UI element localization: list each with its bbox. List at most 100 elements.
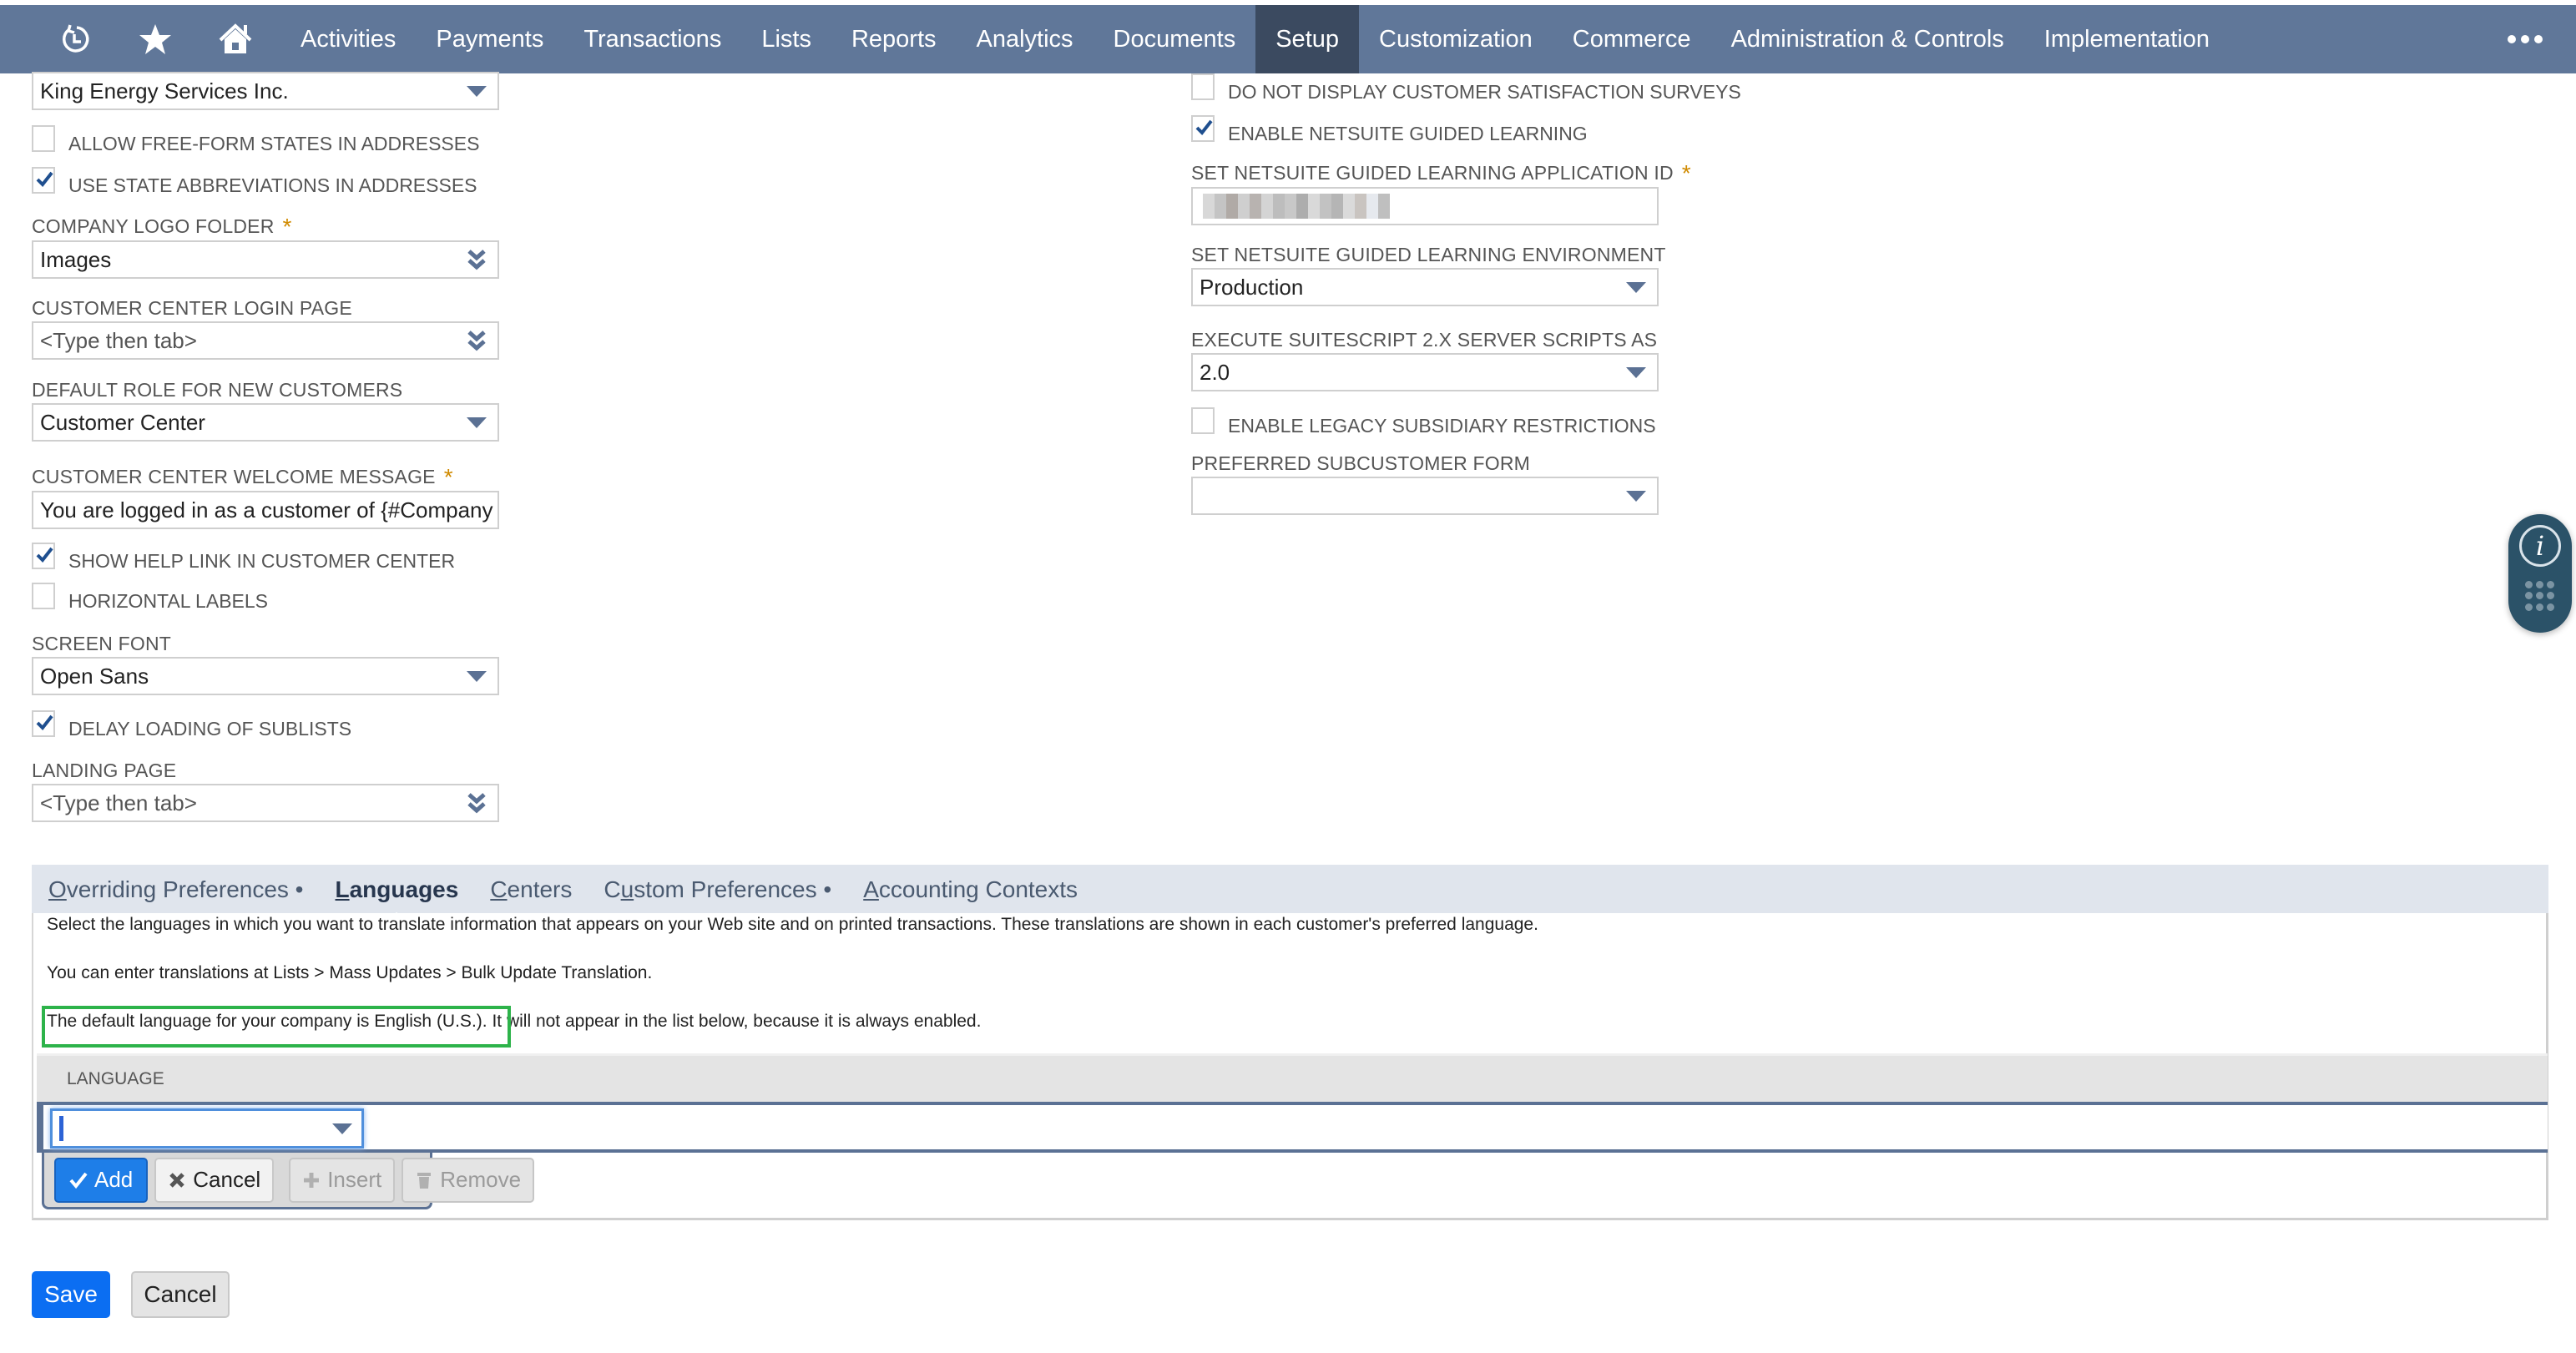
use-state-abbreviations-row: Use State Abbreviations in Addresses bbox=[32, 159, 477, 199]
trash-icon bbox=[417, 1172, 432, 1189]
show-help-link-row: Show Help Link in Customer Center bbox=[32, 534, 455, 574]
app-grid-icon[interactable] bbox=[2525, 581, 2555, 611]
preferred-subcustomer-form-label: Preferred Subcustomer Form bbox=[1191, 452, 1531, 474]
guided-learning-environment-select[interactable]: Production bbox=[1191, 268, 1659, 306]
save-button[interactable]: Save bbox=[32, 1271, 110, 1318]
favorites-star-icon[interactable] bbox=[130, 5, 180, 73]
home-icon[interactable] bbox=[210, 5, 260, 73]
info-icon[interactable]: i bbox=[2519, 525, 2561, 567]
language-edit-row bbox=[37, 1102, 2548, 1153]
nav-item-activities[interactable]: Activities bbox=[280, 5, 416, 73]
delay-loading-sublists-checkbox[interactable] bbox=[32, 710, 55, 737]
nav-item-customization[interactable]: Customization bbox=[1359, 5, 1553, 73]
nav-item-payments[interactable]: Payments bbox=[416, 5, 563, 73]
no-satisfaction-surveys-checkbox[interactable] bbox=[1191, 73, 1215, 100]
main-menu: Activities Payments Transactions Lists R… bbox=[280, 5, 2230, 73]
nav-item-lists[interactable]: Lists bbox=[741, 5, 831, 73]
nav-item-commerce[interactable]: Commerce bbox=[1553, 5, 1711, 73]
preferred-subcustomer-form-field: Preferred Subcustomer Form bbox=[1191, 452, 1659, 515]
suitescript-server-version-select[interactable]: 2.0 bbox=[1191, 353, 1659, 391]
tab-languages[interactable]: Languages bbox=[336, 876, 459, 903]
suitescript-server-version-label: Execute SuiteScript 2.x Server Scripts A… bbox=[1191, 329, 1658, 351]
chevron-down-icon bbox=[1625, 365, 1647, 380]
screen-font-select[interactable]: Open Sans bbox=[32, 657, 499, 695]
screen-font-value: Open Sans bbox=[40, 663, 149, 689]
customer-center-welcome-message-value: You are logged in as a customer of {#Com… bbox=[40, 497, 493, 523]
no-satisfaction-surveys-label: Do Not Display Customer Satisfaction Sur… bbox=[1228, 81, 1741, 103]
screen-font-label: Screen Font bbox=[32, 633, 172, 654]
default-role-new-customers-select[interactable]: Customer Center bbox=[32, 403, 499, 442]
double-chevron-down-icon[interactable] bbox=[466, 248, 487, 271]
tab-custom-preferences[interactable]: Custom Preferences • bbox=[604, 876, 831, 903]
language-select[interactable] bbox=[50, 1108, 364, 1149]
guided-learning-app-id-input[interactable] bbox=[1191, 187, 1659, 225]
double-chevron-down-icon[interactable] bbox=[466, 329, 487, 352]
languages-help-text-1: Select the languages in which you want t… bbox=[47, 915, 1538, 934]
nav-item-analytics[interactable]: Analytics bbox=[957, 5, 1094, 73]
recent-records-icon[interactable] bbox=[50, 5, 100, 73]
chevron-down-icon bbox=[466, 83, 487, 98]
checkmark-icon bbox=[1195, 119, 1213, 135]
enable-guided-learning-checkbox[interactable] bbox=[1191, 115, 1215, 142]
tab-centers[interactable]: Centers bbox=[490, 876, 572, 903]
default-role-new-customers-field: Default Role for New Customers Customer … bbox=[32, 379, 499, 442]
sublist-cancel-button[interactable]: Cancel bbox=[154, 1157, 275, 1203]
help-widget: i bbox=[2508, 514, 2572, 633]
ellipsis-icon[interactable] bbox=[2508, 5, 2543, 73]
landing-page-label: Landing Page bbox=[32, 760, 177, 781]
chevron-down-icon[interactable] bbox=[331, 1121, 353, 1136]
close-icon bbox=[169, 1172, 185, 1188]
default-role-new-customers-value: Customer Center bbox=[40, 409, 205, 435]
add-button[interactable]: Add bbox=[54, 1157, 149, 1203]
guided-learning-environment-value: Production bbox=[1200, 274, 1304, 300]
guided-learning-environment-label: Set NetSuite Guided Learning Environment bbox=[1191, 244, 1666, 265]
insert-button[interactable]: Insert bbox=[289, 1157, 396, 1203]
customer-center-login-page-input[interactable]: <Type then tab> bbox=[32, 321, 499, 360]
nav-item-reports[interactable]: Reports bbox=[831, 5, 957, 73]
customer-center-welcome-message-input[interactable]: You are logged in as a customer of {#Com… bbox=[32, 491, 499, 529]
chevron-down-icon bbox=[1625, 488, 1647, 503]
chevron-down-icon bbox=[1625, 280, 1647, 295]
nav-item-transactions[interactable]: Transactions bbox=[563, 5, 741, 73]
customer-center-login-page-field: Customer Center Login Page <Type then ta… bbox=[32, 297, 499, 360]
top-navigation-bar: Activities Payments Transactions Lists R… bbox=[0, 5, 2576, 73]
enable-guided-learning-label: Enable NetSuite Guided Learning bbox=[1228, 123, 1588, 144]
preferred-subcustomer-form-select[interactable] bbox=[1191, 477, 1659, 515]
language-column-header: LANGUAGE bbox=[37, 1053, 2548, 1102]
remove-button[interactable]: Remove bbox=[402, 1157, 535, 1203]
sublist-button-bar: Add Cancel Insert Remove bbox=[42, 1153, 535, 1209]
highlight-box bbox=[42, 1006, 511, 1048]
checkmark-icon bbox=[69, 1172, 88, 1189]
nav-item-setup[interactable]: Setup bbox=[1255, 5, 1360, 73]
double-chevron-down-icon[interactable] bbox=[466, 791, 487, 815]
allow-free-form-states-checkbox[interactable] bbox=[32, 125, 55, 152]
cancel-button[interactable]: Cancel bbox=[131, 1271, 230, 1318]
language-column-label: LANGUAGE bbox=[67, 1069, 164, 1088]
legacy-subsidiary-restrictions-checkbox[interactable] bbox=[1191, 407, 1215, 434]
delay-loading-sublists-label: Delay Loading of Sublists bbox=[68, 718, 352, 740]
languages-help-text-2: You can enter translations at Lists > Ma… bbox=[47, 963, 653, 982]
show-help-link-label: Show Help Link in Customer Center bbox=[68, 550, 456, 572]
customer-center-welcome-message-field: Customer Center Welcome Message * You are… bbox=[32, 462, 499, 529]
use-state-abbreviations-checkbox[interactable] bbox=[32, 167, 55, 194]
default-role-new-customers-label: Default Role for New Customers bbox=[32, 379, 403, 401]
tab-accounting-contexts[interactable]: Accounting Contexts bbox=[863, 876, 1078, 903]
horizontal-labels-checkbox[interactable] bbox=[32, 583, 55, 609]
customer-center-welcome-message-label: Customer Center Welcome Message bbox=[32, 466, 436, 487]
landing-page-input[interactable]: <Type then tab> bbox=[32, 784, 499, 822]
tab-overriding-preferences[interactable]: Overriding Preferences • bbox=[48, 876, 304, 903]
company-logo-folder-label: Company Logo Folder bbox=[32, 215, 275, 237]
required-asterisk-icon: * bbox=[1681, 160, 1691, 186]
nav-item-administration-controls[interactable]: Administration & Controls bbox=[1711, 5, 2024, 73]
company-logo-folder-select[interactable]: Images bbox=[32, 240, 499, 279]
show-help-link-checkbox[interactable] bbox=[32, 543, 55, 569]
horizontal-labels-row: Horizontal Labels bbox=[32, 574, 268, 614]
chevron-down-icon bbox=[466, 415, 487, 430]
checkmark-icon bbox=[36, 714, 53, 730]
subsidiary-select[interactable]: King Energy Services Inc. bbox=[32, 72, 499, 110]
nav-item-implementation[interactable]: Implementation bbox=[2024, 5, 2230, 73]
nav-item-documents[interactable]: Documents bbox=[1094, 5, 1256, 73]
allow-free-form-states-label: Allow Free-Form States in Addresses bbox=[68, 133, 480, 154]
required-asterisk-icon: * bbox=[443, 464, 453, 490]
allow-free-form-states-row: Allow Free-Form States in Addresses bbox=[32, 117, 479, 157]
